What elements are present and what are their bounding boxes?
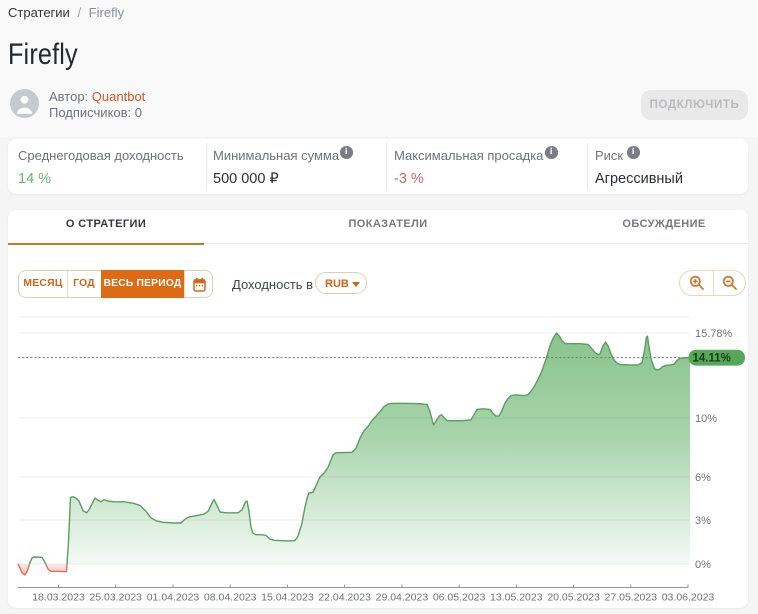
svg-text:6%: 6% xyxy=(695,472,711,484)
svg-text:01.04.2023: 01.04.2023 xyxy=(147,592,200,604)
svg-text:3%: 3% xyxy=(695,515,711,527)
svg-text:27.05.2023: 27.05.2023 xyxy=(605,592,658,604)
svg-text:14.11%: 14.11% xyxy=(693,353,731,365)
svg-text:06.05.2023: 06.05.2023 xyxy=(433,592,486,604)
svg-text:03.06.2023: 03.06.2023 xyxy=(662,592,715,604)
svg-text:18.03.2023: 18.03.2023 xyxy=(32,592,85,604)
svg-text:10%: 10% xyxy=(695,413,717,425)
svg-text:13.05.2023: 13.05.2023 xyxy=(490,592,543,604)
svg-text:15.78%: 15.78% xyxy=(695,328,733,340)
svg-text:22.04.2023: 22.04.2023 xyxy=(318,592,371,604)
svg-text:29.04.2023: 29.04.2023 xyxy=(376,592,429,604)
svg-text:20.05.2023: 20.05.2023 xyxy=(547,592,600,604)
svg-text:0%: 0% xyxy=(695,559,711,571)
svg-text:08.04.2023: 08.04.2023 xyxy=(204,592,257,604)
svg-text:25.03.2023: 25.03.2023 xyxy=(89,592,142,604)
svg-text:15.04.2023: 15.04.2023 xyxy=(261,592,314,604)
